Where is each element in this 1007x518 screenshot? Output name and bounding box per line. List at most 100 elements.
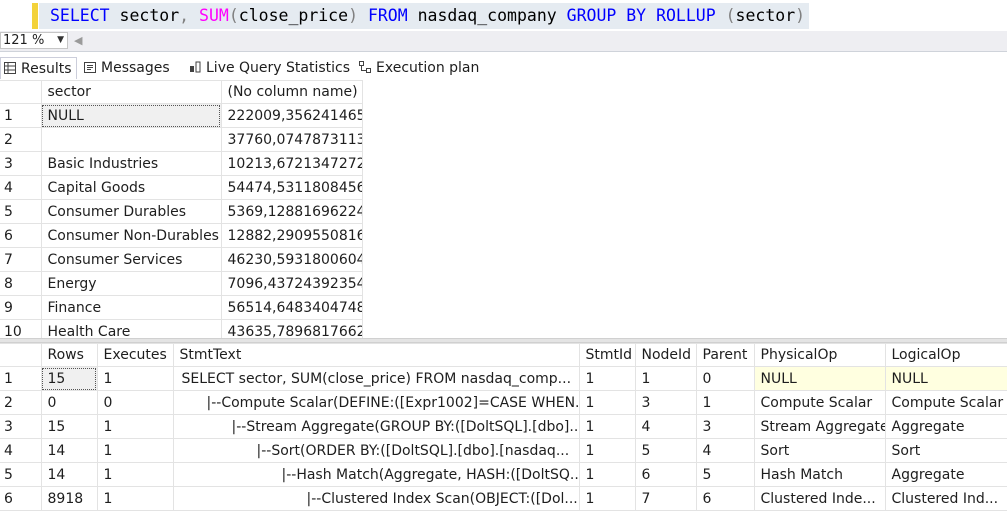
row-number[interactable]: 4	[0, 175, 42, 200]
row-number[interactable]: 7	[0, 247, 42, 272]
cell-value[interactable]: 54474,5311808456	[220, 175, 363, 200]
statistics-grid[interactable]: Rows Executes StmtText StmtId NodeId Par…	[0, 343, 1007, 511]
row-number[interactable]: 10	[0, 319, 42, 338]
cell-value[interactable]: 12882,2909550816	[220, 223, 363, 248]
zoom-dropdown[interactable]: 121 % ▼	[0, 32, 68, 49]
table-row[interactable]: 5 14 1 |--Hash Match(Aggregate, HASH:([Dolt…	[0, 462, 1007, 487]
cell-sector[interactable]	[40, 127, 222, 152]
cell-stmttext[interactable]: |--Sort(ORDER BY:([DoltSQL].[dbo].[nasda…	[172, 438, 580, 463]
cell-value[interactable]: 56514,6483404748	[220, 295, 363, 320]
table-row[interactable]: 8 Energy 7096,43724392354	[0, 271, 363, 296]
cell-stmtid[interactable]: 1	[578, 438, 636, 463]
row-number[interactable]: 4	[0, 438, 42, 463]
dropdown-arrow-icon[interactable]: ▼	[57, 33, 64, 48]
cell-nodeid[interactable]: 6	[634, 462, 697, 487]
column-header-sector[interactable]: sector	[40, 80, 222, 104]
tab-messages[interactable]: Messages	[84, 57, 170, 79]
cell-nodeid[interactable]: 7	[634, 486, 697, 511]
row-number[interactable]: 3	[0, 151, 42, 176]
table-row[interactable]: 2 37760,0747873113	[0, 127, 363, 152]
column-header-nodeid[interactable]: NodeId	[634, 343, 697, 367]
sql-query-line[interactable]: SELECT sector, SUM(close_price) FROM nas…	[39, 3, 810, 29]
cell-executes[interactable]: 1	[96, 462, 174, 487]
cell-rows[interactable]: 14	[40, 438, 98, 463]
cell-parent[interactable]: 6	[695, 486, 755, 511]
cell-value[interactable]: 37760,0747873113	[220, 127, 363, 152]
row-number[interactable]: 8	[0, 271, 42, 296]
results-grid[interactable]: sector (No column name) 1 NULL 222009,3562…	[0, 80, 363, 338]
column-header-logicalop[interactable]: LogicalOp	[884, 343, 1007, 367]
cell-physicalop[interactable]: Stream Aggregate	[753, 414, 886, 439]
cell-logicalop[interactable]: Sort	[884, 438, 1007, 463]
cell-nodeid[interactable]: 4	[634, 414, 697, 439]
tab-execution-plan[interactable]: Execution plan	[359, 57, 479, 79]
row-number-header[interactable]	[0, 80, 42, 104]
cell-rows[interactable]: 14	[40, 462, 98, 487]
cell-physicalop[interactable]: Hash Match	[753, 462, 886, 487]
cell-rows[interactable]: 0	[40, 390, 98, 415]
results-grid-pane[interactable]: sector (No column name) 1 NULL 222009,3562…	[0, 80, 1007, 338]
row-number[interactable]: 1	[0, 366, 42, 391]
table-row[interactable]: 6 Consumer Non-Durables 12882,2909550816	[0, 223, 363, 248]
cell-value[interactable]: 10213,6721347272	[220, 151, 363, 176]
cell-parent[interactable]: 1	[695, 390, 755, 415]
table-row[interactable]: 4 14 1 |--Sort(ORDER BY:([DoltSQL].[dbo].[n…	[0, 438, 1007, 463]
cell-sector[interactable]: Consumer Non-Durables	[40, 223, 222, 248]
cell-parent[interactable]: 3	[695, 414, 755, 439]
column-header-parent[interactable]: Parent	[695, 343, 755, 367]
cell-nodeid[interactable]: 3	[634, 390, 697, 415]
row-number[interactable]: 5	[0, 462, 42, 487]
cell-stmtid[interactable]: 1	[578, 414, 636, 439]
cell-physicalop[interactable]: Clustered Inde...	[753, 486, 886, 511]
cell-physicalop[interactable]: NULL	[753, 366, 886, 391]
cell-logicalop[interactable]: NULL	[884, 366, 1007, 391]
cell-stmttext[interactable]: |--Clustered Index Scan(OBJECT:([Dol...	[172, 486, 580, 511]
table-row[interactable]: 7 Consumer Services 46230,5931800604	[0, 247, 363, 272]
row-number[interactable]: 6	[0, 486, 42, 511]
cell-value[interactable]: 46230,5931800604	[220, 247, 363, 272]
cell-logicalop[interactable]: Aggregate	[884, 414, 1007, 439]
cell-stmtid[interactable]: 1	[578, 486, 636, 511]
row-number[interactable]: 3	[0, 414, 42, 439]
cell-sector[interactable]: NULL	[40, 103, 222, 128]
cell-value[interactable]: 43635,7896817662	[220, 319, 363, 338]
cell-stmtid[interactable]: 1	[578, 366, 636, 391]
row-number[interactable]: 9	[0, 295, 42, 320]
row-number-header[interactable]	[0, 343, 42, 367]
row-number[interactable]: 6	[0, 223, 42, 248]
cell-sector[interactable]: Health Care	[40, 319, 222, 338]
statistics-grid-pane[interactable]: Rows Executes StmtText StmtId NodeId Par…	[0, 343, 1007, 518]
cell-stmttext[interactable]: |--Compute Scalar(DEFINE:([Expr1002]=CAS…	[172, 390, 580, 415]
table-row[interactable]: 9 Finance 56514,6483404748	[0, 295, 363, 320]
row-number[interactable]: 2	[0, 390, 42, 415]
table-row[interactable]: 10 Health Care 43635,7896817662	[0, 319, 363, 338]
table-row[interactable]: 6 8918 1 |--Clustered Index Scan(OBJECT:([D…	[0, 486, 1007, 511]
cell-sector[interactable]: Capital Goods	[40, 175, 222, 200]
cell-value[interactable]: 222009,356241465	[220, 103, 363, 128]
cell-nodeid[interactable]: 1	[634, 366, 697, 391]
cell-stmttext[interactable]: |--Stream Aggregate(GROUP BY:([DoltSQL].…	[172, 414, 580, 439]
column-header-executes[interactable]: Executes	[96, 343, 174, 367]
cell-value[interactable]: 5369,12881696224	[220, 199, 363, 224]
cell-logicalop[interactable]: Clustered Ind...	[884, 486, 1007, 511]
cell-sector[interactable]: Basic Industries	[40, 151, 222, 176]
table-row[interactable]: 3 15 1 |--Stream Aggregate(GROUP BY:([DoltS…	[0, 414, 1007, 439]
cell-nodeid[interactable]: 5	[634, 438, 697, 463]
cell-executes[interactable]: 0	[96, 390, 174, 415]
cell-executes[interactable]: 1	[96, 438, 174, 463]
scroll-left-icon[interactable]: ◀	[74, 34, 82, 47]
table-row[interactable]: 1 15 1 SELECT sector, SUM(close_price) FROM…	[0, 366, 1007, 391]
table-row[interactable]: 2 0 0 |--Compute Scalar(DEFINE:([Expr1002]=…	[0, 390, 1007, 415]
row-number[interactable]: 1	[0, 103, 42, 128]
cell-executes[interactable]: 1	[96, 366, 174, 391]
cell-parent[interactable]: 0	[695, 366, 755, 391]
column-header-no-column-name[interactable]: (No column name)	[220, 80, 363, 104]
table-row[interactable]: 3 Basic Industries 10213,6721347272	[0, 151, 363, 176]
table-row[interactable]: 1 NULL 222009,356241465	[0, 103, 363, 128]
cell-rows[interactable]: 15	[40, 414, 98, 439]
cell-parent[interactable]: 4	[695, 438, 755, 463]
cell-executes[interactable]: 1	[96, 486, 174, 511]
row-number[interactable]: 2	[0, 127, 42, 152]
cell-sector[interactable]: Energy	[40, 271, 222, 296]
cell-logicalop[interactable]: Aggregate	[884, 462, 1007, 487]
